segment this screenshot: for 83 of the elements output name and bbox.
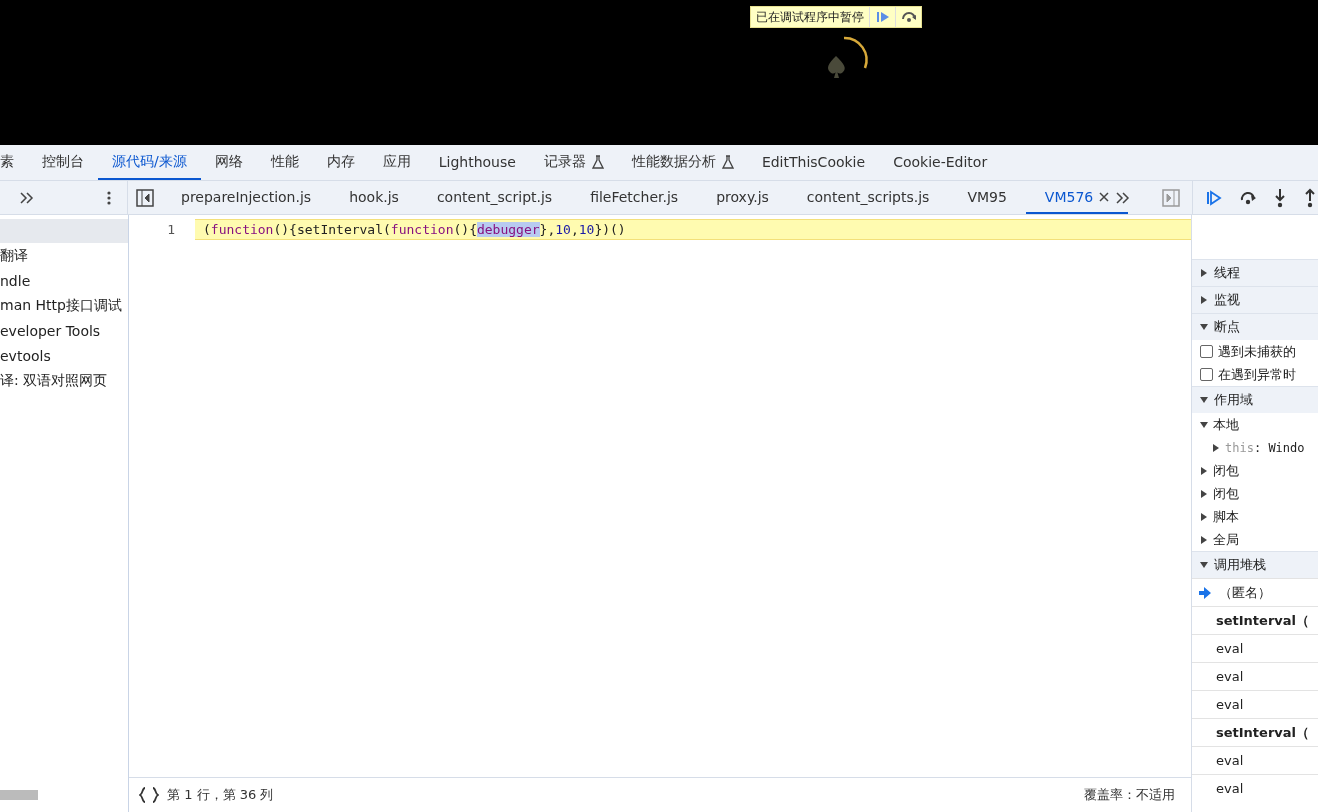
expand-triangle-icon[interactable]	[1200, 466, 1208, 475]
navigator-item[interactable]: ndle	[0, 268, 128, 293]
file-tab[interactable]: fileFetcher.js	[571, 181, 698, 214]
collapse-triangle-icon[interactable]	[1200, 420, 1208, 429]
async-frame[interactable]: setInterval（	[1192, 606, 1318, 634]
section-header[interactable]: 断点	[1192, 313, 1318, 340]
navigator-item[interactable]: man Http接口调试	[0, 293, 128, 318]
section-title: 断点	[1214, 318, 1240, 336]
section-header[interactable]: 监视	[1192, 286, 1318, 313]
section-header[interactable]: 作用域	[1192, 386, 1318, 413]
panel-tab[interactable]: 网络	[200, 145, 257, 180]
resume-icon	[875, 11, 890, 23]
section-header[interactable]: 调用堆栈	[1192, 551, 1318, 578]
panel-tab[interactable]: Cookie-Editor	[879, 145, 1002, 180]
navigator-item[interactable]: eveloper Tools	[0, 318, 128, 343]
section-title: 监视	[1214, 291, 1240, 309]
checkbox[interactable]	[1200, 368, 1213, 381]
panel-tab[interactable]: 素	[0, 145, 28, 180]
checkbox-label: 在遇到异常时	[1218, 365, 1296, 384]
expand-triangle-icon[interactable]	[1200, 535, 1208, 544]
current-frame-icon	[1199, 586, 1211, 599]
scope-label[interactable]: 本地	[1213, 415, 1239, 434]
step-out-icon[interactable]	[1303, 187, 1317, 208]
step-over-icon	[900, 11, 917, 23]
file-tab[interactable]: prepareInjection.js	[162, 181, 331, 214]
expand-triangle-icon[interactable]	[1200, 512, 1208, 521]
navigator-item[interactable]: evtools	[0, 343, 128, 368]
more-tabs-icon[interactable]	[1116, 191, 1131, 204]
collapse-triangle-icon[interactable]	[1200, 323, 1208, 331]
flask-icon	[721, 154, 734, 169]
collapse-triangle-icon[interactable]	[1200, 561, 1208, 569]
navigator-item[interactable]: 翻译	[0, 243, 128, 268]
more-tabs-icon[interactable]	[20, 191, 34, 204]
navigator-item[interactable]: 译: 双语对照网页	[0, 368, 128, 393]
checkbox-label: 遇到未捕获的	[1218, 342, 1296, 361]
section-title: 线程	[1214, 264, 1240, 282]
paused-label: 已在调试程序中暂停	[755, 8, 865, 26]
file-tab[interactable]: hook.js	[330, 181, 418, 214]
pretty-print-icon[interactable]	[139, 787, 159, 803]
panel-tab[interactable]: 性能	[256, 145, 313, 180]
async-frame[interactable]: setInterval（	[1192, 718, 1318, 746]
panel-tab[interactable]: 内存	[312, 145, 369, 180]
step-into-icon[interactable]	[1273, 187, 1287, 208]
checkbox[interactable]	[1200, 345, 1213, 358]
scope-label[interactable]: 全局	[1213, 530, 1239, 549]
scope-label[interactable]: 闭包	[1213, 461, 1239, 480]
scope-property: this: Windo	[1225, 440, 1305, 455]
call-frame[interactable]: eval	[1192, 662, 1318, 690]
panel-tab[interactable]: EditThisCookie	[747, 145, 880, 180]
toggle-sidebar-icon[interactable]	[1162, 188, 1180, 207]
call-frame[interactable]: eval	[1192, 774, 1318, 802]
file-tab[interactable]: VM95	[948, 181, 1026, 214]
expand-triangle-icon[interactable]	[1200, 489, 1208, 498]
file-tab[interactable]: content_script.js	[417, 181, 572, 214]
flask-icon	[591, 154, 604, 169]
expand-triangle-icon[interactable]	[1200, 269, 1208, 277]
expand-triangle-icon[interactable]	[1200, 296, 1208, 304]
call-frame[interactable]: （匿名）	[1192, 578, 1318, 606]
call-frame[interactable]: eval	[1192, 634, 1318, 662]
close-icon[interactable]	[1099, 191, 1110, 202]
panel-tab[interactable]: 性能数据分析	[617, 145, 748, 180]
section-header[interactable]: 线程	[1192, 259, 1318, 286]
coverage-label: 覆盖率：不适用	[1084, 786, 1175, 804]
call-frame[interactable]: eval	[1192, 746, 1318, 774]
section-title: 调用堆栈	[1214, 556, 1266, 574]
section-title: 作用域	[1214, 391, 1253, 409]
scope-label[interactable]: 脚本	[1213, 507, 1239, 526]
scope-label[interactable]: 闭包	[1213, 484, 1239, 503]
file-tab[interactable]: content_scripts.js	[787, 181, 949, 214]
file-tab[interactable]: proxy.js	[697, 181, 788, 214]
call-frame[interactable]: eval	[1192, 690, 1318, 718]
collapse-triangle-icon[interactable]	[1200, 396, 1208, 404]
panel-tab[interactable]: 控制台	[28, 145, 98, 180]
panel-tab[interactable]: 记录器	[529, 145, 618, 180]
panel-tab[interactable]: 应用	[368, 145, 425, 180]
line-number: 1	[166, 222, 176, 237]
resume-icon[interactable]	[1205, 188, 1223, 207]
expand-triangle-icon[interactable]	[1212, 443, 1220, 452]
cursor-position: 第 1 行，第 36 列	[167, 786, 274, 804]
more-options-icon[interactable]	[107, 190, 111, 205]
panel-tab[interactable]: Lighthouse	[424, 145, 530, 180]
scrollbar-thumb[interactable]	[0, 790, 38, 800]
toggle-navigator-icon[interactable]	[136, 188, 154, 207]
